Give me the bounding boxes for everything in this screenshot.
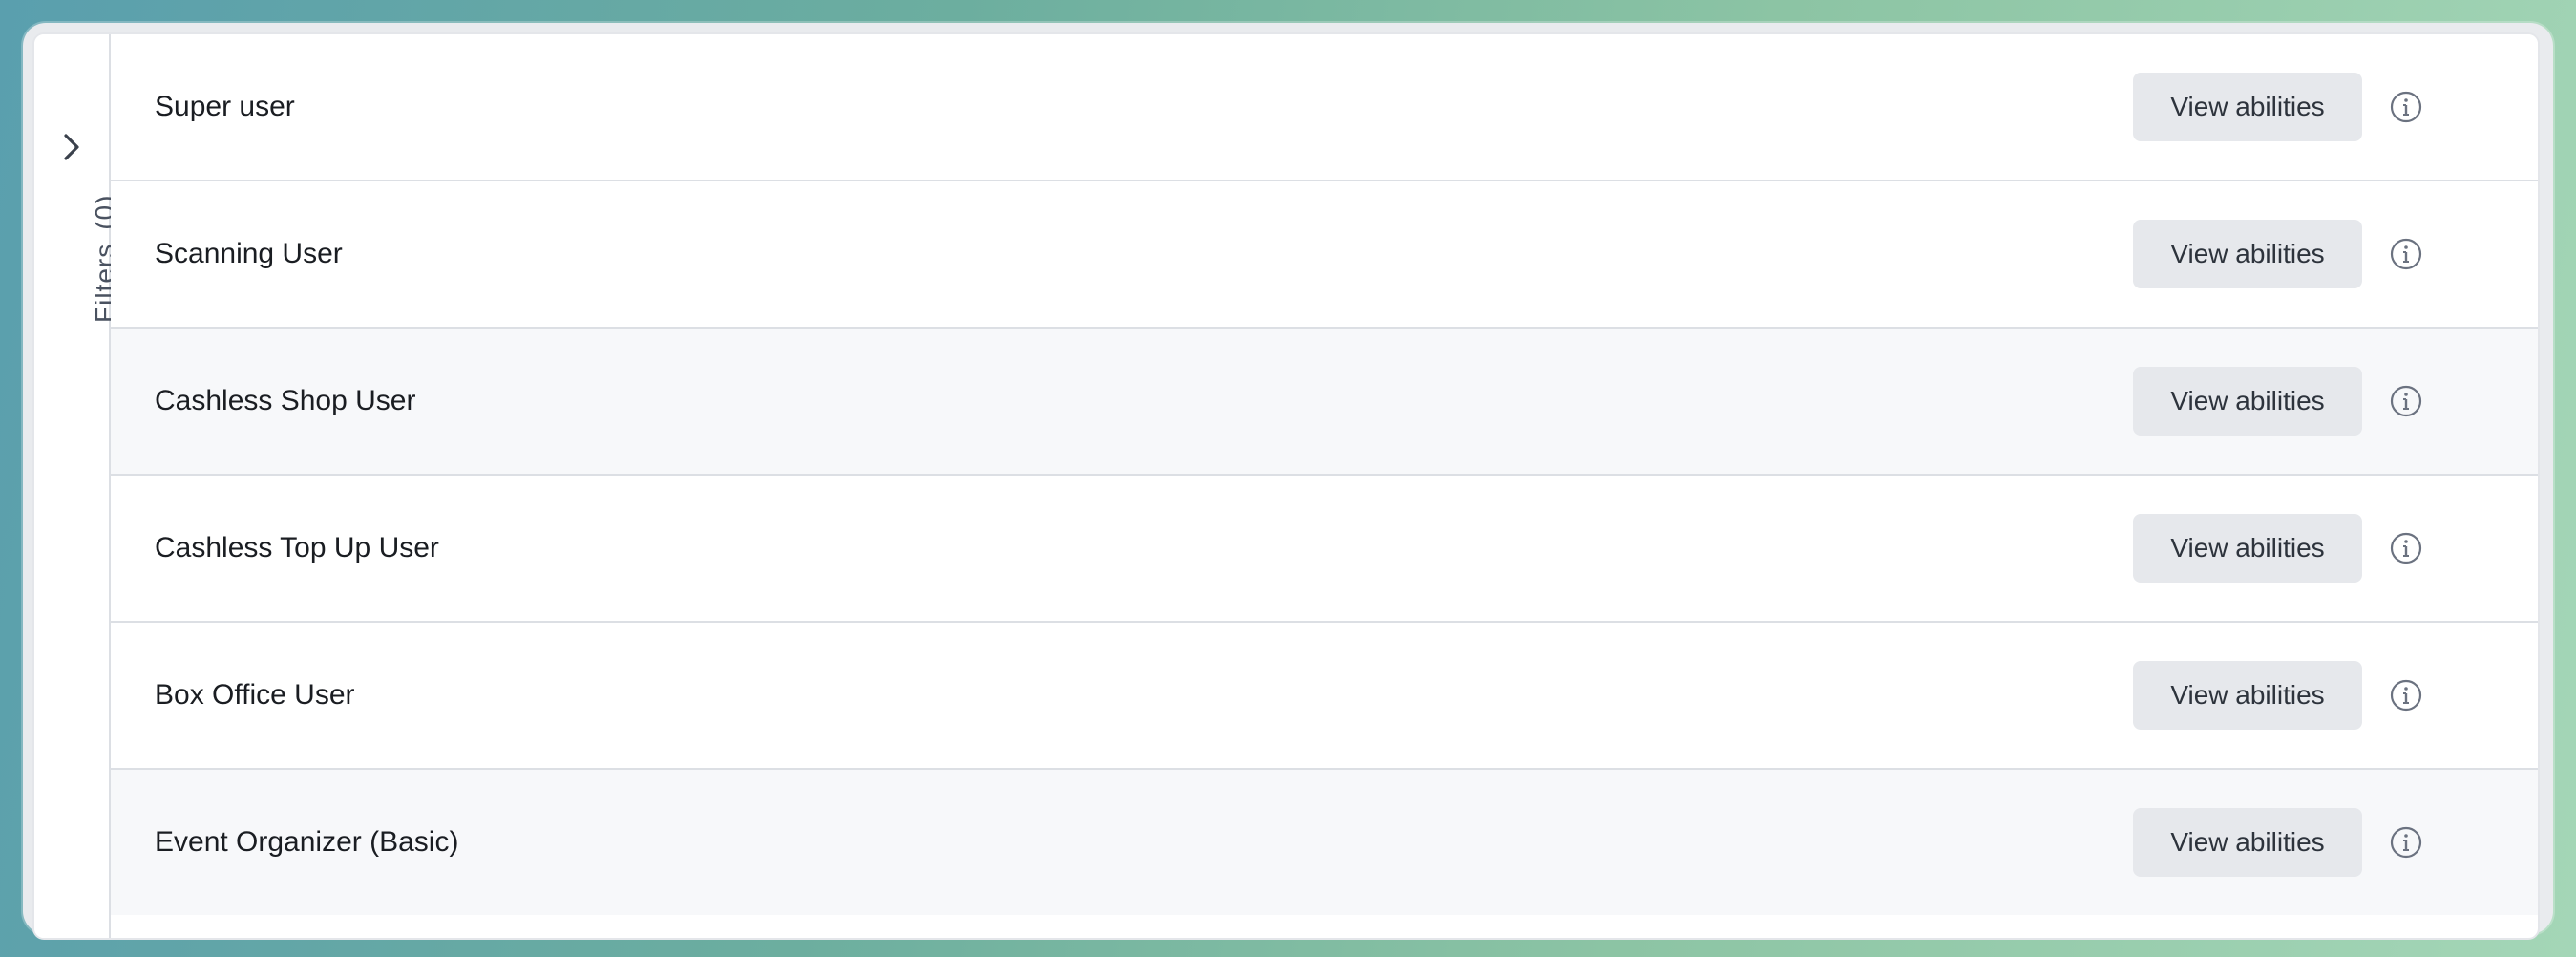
role-row-box-office-user: Box Office User View abilities [111, 623, 2538, 770]
info-icon[interactable] [2389, 237, 2423, 271]
role-name: Cashless Top Up User [155, 532, 439, 564]
info-icon[interactable] [2389, 825, 2423, 860]
view-abilities-button[interactable]: View abilities [2133, 367, 2362, 436]
app-window: Filters(0) Super user View abilities Sca… [23, 23, 2553, 940]
view-abilities-button[interactable]: View abilities [2133, 73, 2362, 141]
info-icon[interactable] [2389, 678, 2423, 712]
view-abilities-button[interactable]: View abilities [2133, 220, 2362, 288]
info-icon[interactable] [2389, 384, 2423, 418]
role-row-super-user: Super user View abilities [111, 34, 2538, 181]
view-abilities-button[interactable]: View abilities [2133, 661, 2362, 730]
chevron-right-icon[interactable] [58, 132, 85, 162]
role-name: Scanning User [155, 238, 343, 269]
role-name: Box Office User [155, 679, 355, 711]
role-row-cashless-shop-user: Cashless Shop User View abilities [111, 329, 2538, 476]
role-row-event-organizer-basic: Event Organizer (Basic) View abilities [111, 770, 2538, 915]
role-name: Event Organizer (Basic) [155, 826, 459, 858]
role-row-cashless-top-up-user: Cashless Top Up User View abilities [111, 476, 2538, 623]
roles-panel: Filters(0) Super user View abilities Sca… [32, 32, 2540, 940]
filters-sidebar[interactable]: Filters(0) [34, 34, 119, 938]
view-abilities-button[interactable]: View abilities [2133, 808, 2362, 877]
role-name: Super user [155, 91, 295, 122]
role-row-scanning-user: Scanning User View abilities [111, 181, 2538, 329]
view-abilities-button[interactable]: View abilities [2133, 514, 2362, 583]
role-name: Cashless Shop User [155, 385, 416, 416]
info-icon[interactable] [2389, 90, 2423, 124]
roles-list: Super user View abilities Scanning User … [111, 34, 2538, 938]
info-icon[interactable] [2389, 531, 2423, 565]
